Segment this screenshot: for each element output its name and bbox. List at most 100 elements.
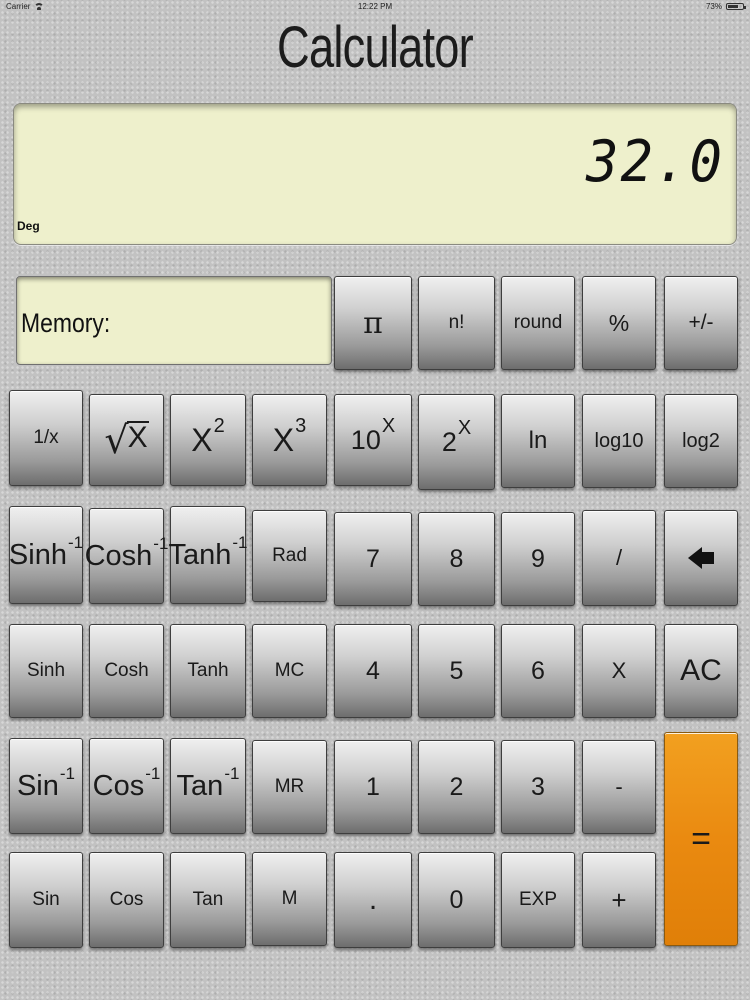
- exp-button[interactable]: EXP: [501, 852, 575, 948]
- zero-label: 0: [449, 885, 464, 914]
- cosh-button[interactable]: Cosh: [89, 624, 164, 718]
- atan-button[interactable]: Tan -1: [170, 738, 246, 834]
- ac-label: AC: [680, 654, 722, 687]
- five-button[interactable]: 5: [418, 624, 495, 718]
- backspace-arrow-icon: [688, 547, 714, 569]
- asinh-button[interactable]: Sinh -1: [9, 506, 83, 604]
- memory-label: Memory:: [21, 308, 111, 338]
- round-button[interactable]: round: [501, 276, 575, 370]
- seven-button[interactable]: 7: [334, 512, 412, 606]
- ten-power-base: 10: [350, 424, 381, 455]
- divide-button[interactable]: /: [582, 510, 656, 606]
- mc-label: MC: [274, 660, 305, 681]
- four-button[interactable]: 4: [334, 624, 412, 718]
- memory-clear-button[interactable]: MC: [252, 624, 327, 718]
- radical-icon: √: [104, 418, 129, 462]
- memory-recall-button[interactable]: MR: [252, 740, 327, 834]
- tan-button[interactable]: Tan: [170, 852, 246, 948]
- two-label: 2: [449, 772, 464, 801]
- asin-exponent: -1: [59, 764, 76, 783]
- factorial-button[interactable]: n!: [418, 276, 495, 370]
- reciprocal-label: 1/x: [33, 427, 59, 448]
- backspace-button[interactable]: [664, 510, 738, 606]
- multiply-button[interactable]: X: [582, 624, 656, 718]
- minus-button[interactable]: -: [582, 740, 656, 834]
- square-root-label: X: [126, 421, 149, 454]
- cos-label: Cos: [109, 889, 144, 910]
- seven-label: 7: [366, 544, 380, 573]
- ten-power-x-button[interactable]: 10 X: [334, 394, 412, 486]
- log10-label: log10: [594, 429, 644, 452]
- two-button[interactable]: 2: [418, 740, 495, 834]
- cos-button[interactable]: Cos: [89, 852, 164, 948]
- six-button[interactable]: 6: [501, 624, 575, 718]
- minus-label: -: [615, 774, 623, 799]
- rad-label: Rad: [272, 545, 307, 566]
- one-button[interactable]: 1: [334, 740, 412, 834]
- app-title: Calculator: [277, 15, 474, 80]
- tan-label: Tan: [192, 889, 224, 910]
- atanh-exponent: -1: [232, 533, 248, 552]
- ln-button[interactable]: ln: [501, 394, 575, 488]
- acosh-exponent: -1: [153, 534, 169, 553]
- sin-button[interactable]: Sin: [9, 852, 83, 948]
- percent-button[interactable]: %: [582, 276, 656, 370]
- eight-label: 8: [449, 544, 464, 573]
- battery-fill: [728, 5, 739, 8]
- three-button[interactable]: 3: [501, 740, 575, 834]
- equals-label: =: [691, 819, 711, 858]
- log2-label: log2: [682, 429, 720, 452]
- acos-button[interactable]: Cos -1: [89, 738, 164, 834]
- six-label: 6: [531, 656, 545, 685]
- log2-button[interactable]: log2: [664, 394, 738, 488]
- log10-button[interactable]: log10: [582, 394, 656, 488]
- atan-base: Tan: [176, 769, 224, 802]
- x-cubed-base: X: [272, 421, 295, 458]
- divide-label: /: [615, 545, 623, 570]
- atanh-button[interactable]: Tanh -1: [168, 506, 248, 604]
- one-label: 1: [366, 772, 380, 801]
- battery-percent: 73%: [705, 2, 722, 11]
- memory-store-button[interactable]: M: [252, 852, 327, 946]
- x-cubed-button[interactable]: X3: [252, 394, 327, 486]
- x-squared-base: X: [191, 421, 213, 458]
- all-clear-button[interactable]: AC: [664, 624, 738, 718]
- zero-button[interactable]: 0: [418, 852, 495, 948]
- percent-label: %: [608, 309, 630, 336]
- eight-button[interactable]: 8: [418, 512, 495, 606]
- multiply-label: X: [611, 658, 627, 683]
- nine-label: 9: [531, 544, 545, 573]
- pi-button[interactable]: π: [334, 276, 412, 370]
- status-right: 73%: [705, 2, 746, 11]
- sinh-button[interactable]: Sinh: [9, 624, 83, 718]
- equals-button[interactable]: =: [664, 732, 738, 946]
- rad-button[interactable]: Rad: [252, 510, 327, 602]
- ln-label: ln: [528, 427, 548, 454]
- acos-exponent: -1: [145, 764, 161, 783]
- asin-button[interactable]: Sin -1: [9, 738, 83, 834]
- sinh-label: Sinh: [26, 660, 66, 681]
- plus-minus-button[interactable]: +/-: [664, 276, 738, 370]
- m-label: M: [281, 888, 298, 909]
- three-label: 3: [531, 772, 545, 801]
- plus-button[interactable]: +: [582, 852, 656, 948]
- acos-base: Cos: [92, 769, 145, 802]
- five-label: 5: [449, 656, 464, 685]
- plus-minus-label: +/-: [688, 311, 714, 334]
- status-time: 12:22 PM: [357, 2, 393, 11]
- acosh-base: Cosh: [84, 539, 153, 572]
- tanh-button[interactable]: Tanh: [170, 624, 246, 718]
- reciprocal-button[interactable]: 1/x: [9, 390, 83, 486]
- decimal-button[interactable]: .: [334, 852, 412, 948]
- angle-mode-indicator: Deg: [17, 219, 40, 233]
- atanh-base: Tanh: [168, 538, 232, 571]
- factorial-label: n!: [448, 312, 465, 333]
- two-power-x-button[interactable]: 2X: [418, 394, 495, 490]
- mr-label: MR: [274, 776, 305, 797]
- square-root-button[interactable]: √ X: [89, 394, 164, 486]
- x-squared-button[interactable]: X2: [170, 394, 246, 486]
- square-root-symbol: √ X: [104, 418, 149, 462]
- round-label: round: [513, 312, 563, 333]
- nine-button[interactable]: 9: [501, 512, 575, 606]
- acosh-button[interactable]: Cosh -1: [85, 508, 168, 604]
